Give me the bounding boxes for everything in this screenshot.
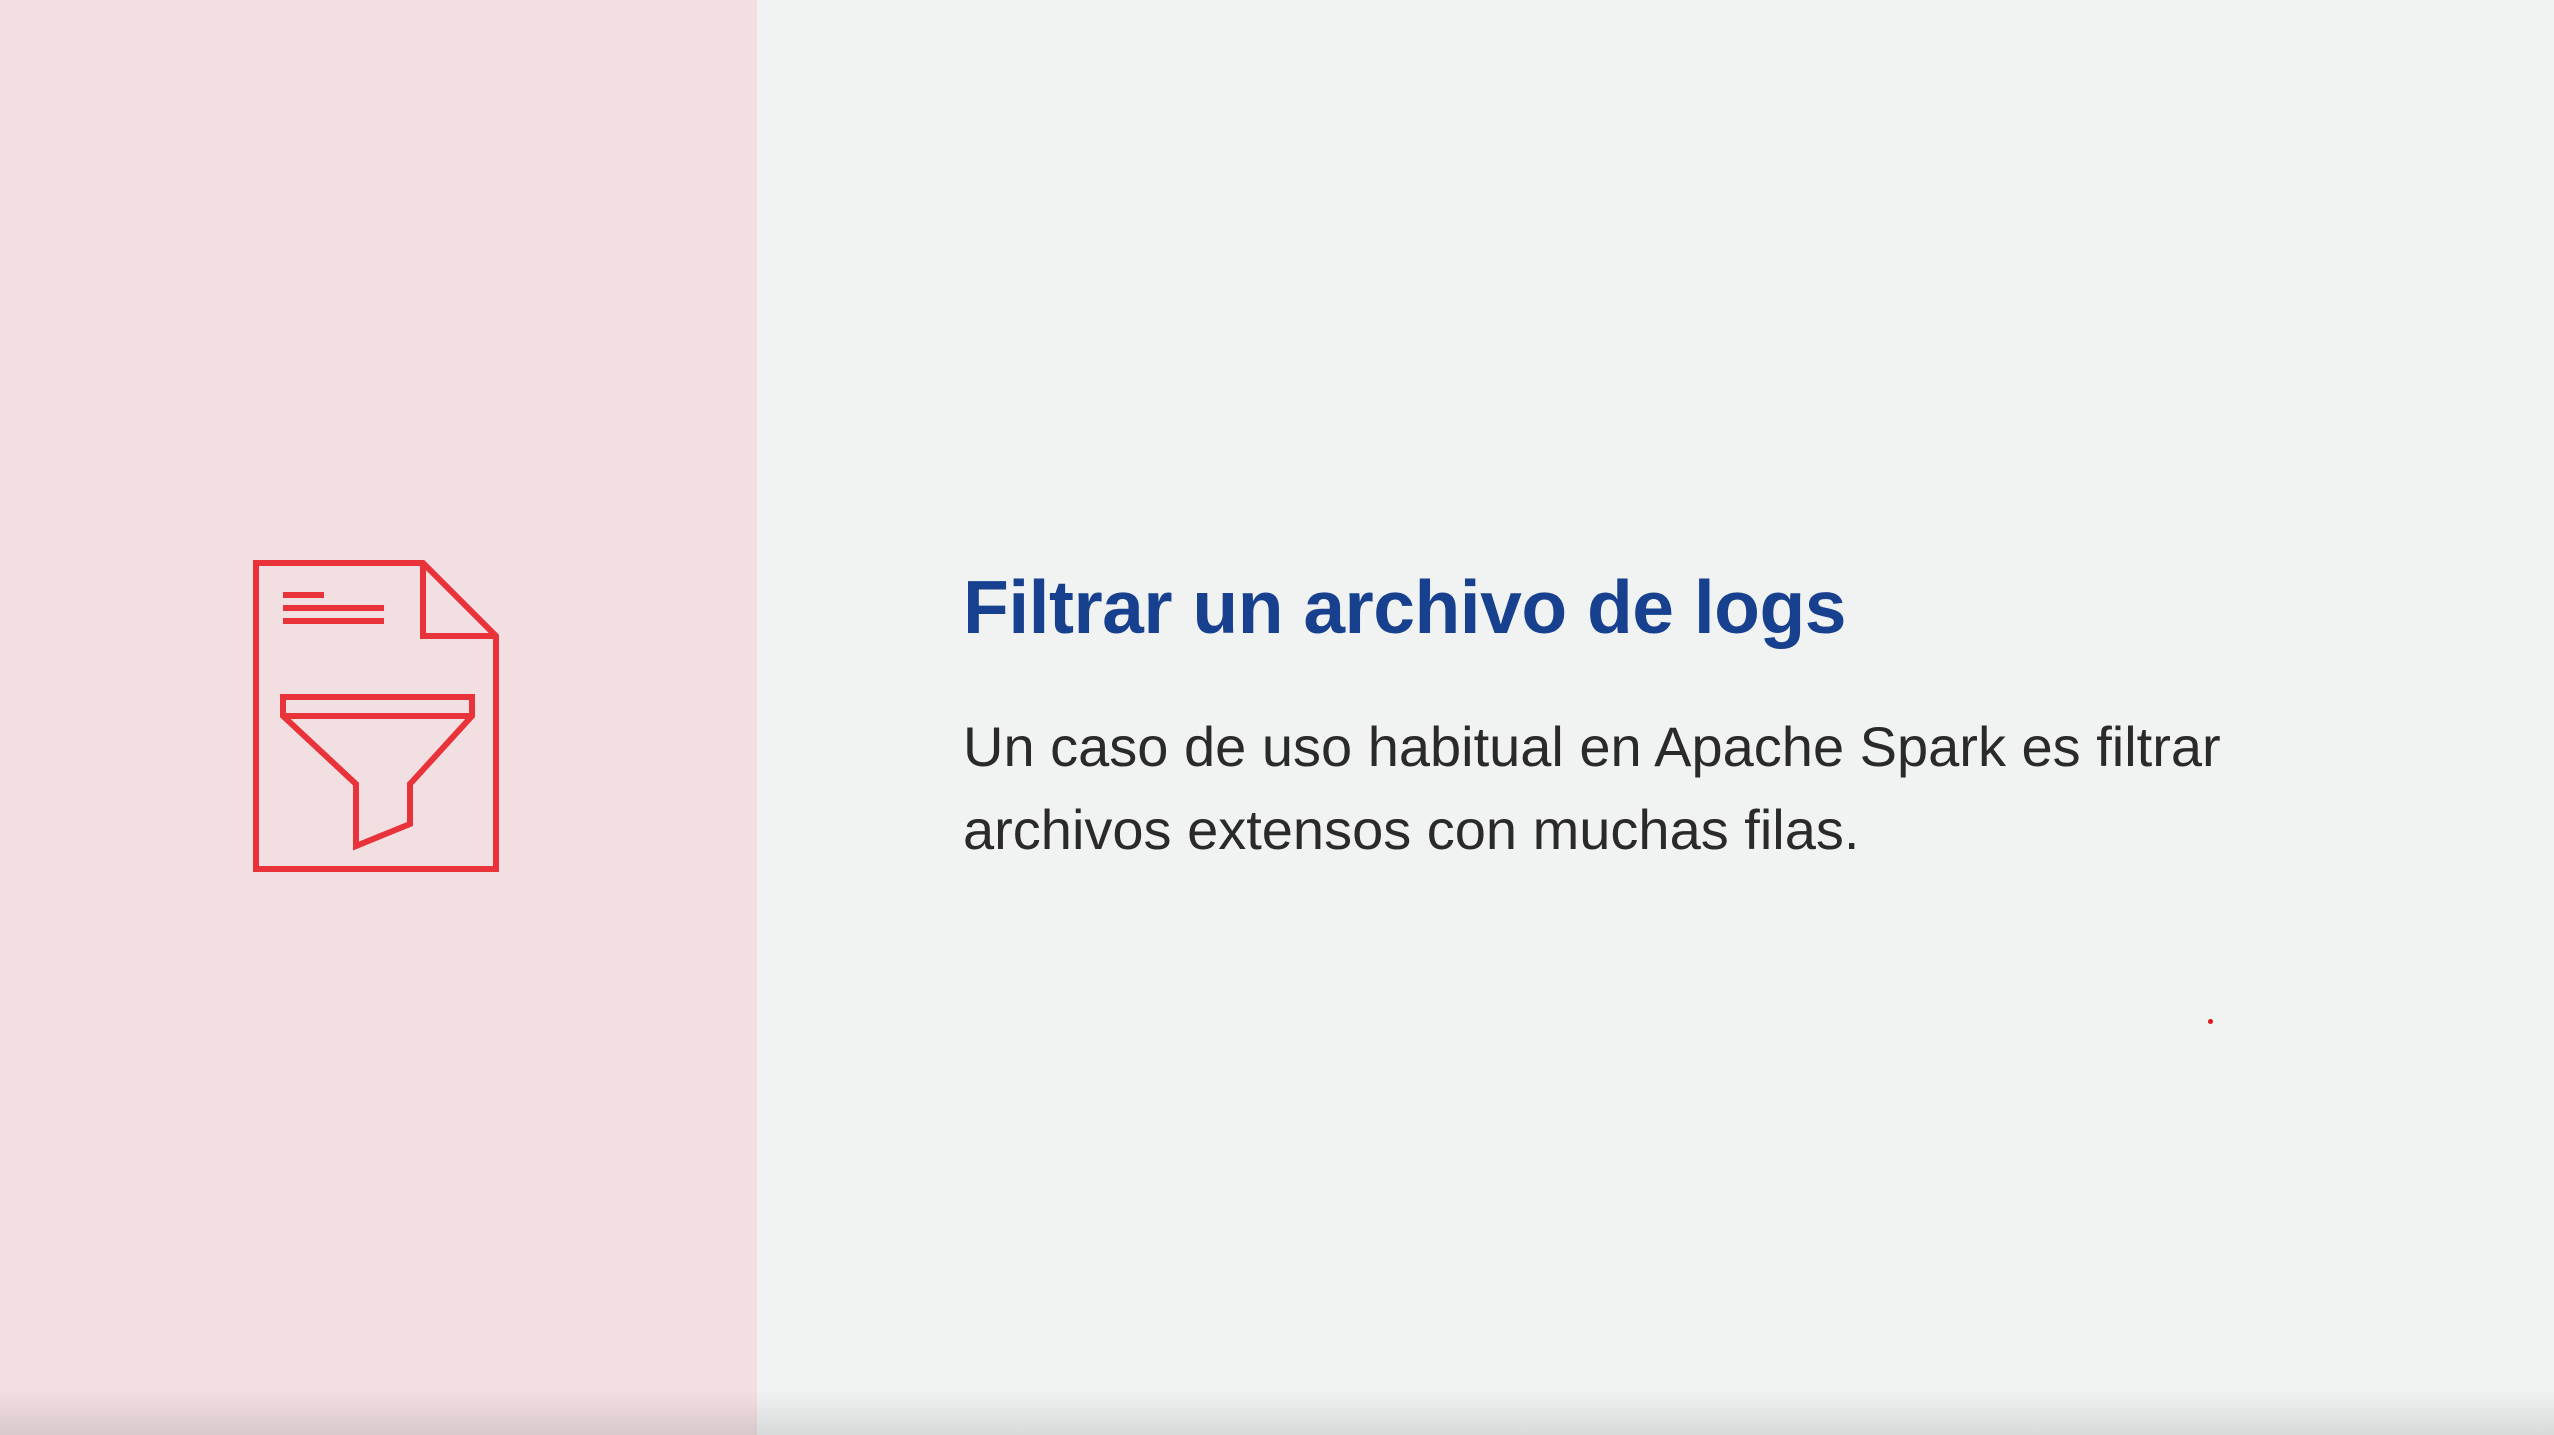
slide-content: Filtrar un archivo de logs Un caso de us… <box>963 560 2363 871</box>
slide-body-line-1: Un caso de uso habitual en Apache Spark … <box>963 715 2221 778</box>
left-panel <box>0 0 757 1435</box>
slide: Filtrar un archivo de logs Un caso de us… <box>0 0 2554 1435</box>
slide-body: Un caso de uso habitual en Apache Spark … <box>963 705 2363 871</box>
slide-body-line-2: archivos extensos con muchas filas. <box>963 798 1860 861</box>
laser-pointer-dot <box>2208 1019 2213 1024</box>
document-filter-icon <box>248 556 508 876</box>
slide-title: Filtrar un archivo de logs <box>963 565 1847 649</box>
bottom-shadow <box>0 1389 2554 1435</box>
funnel-icon <box>280 694 475 851</box>
